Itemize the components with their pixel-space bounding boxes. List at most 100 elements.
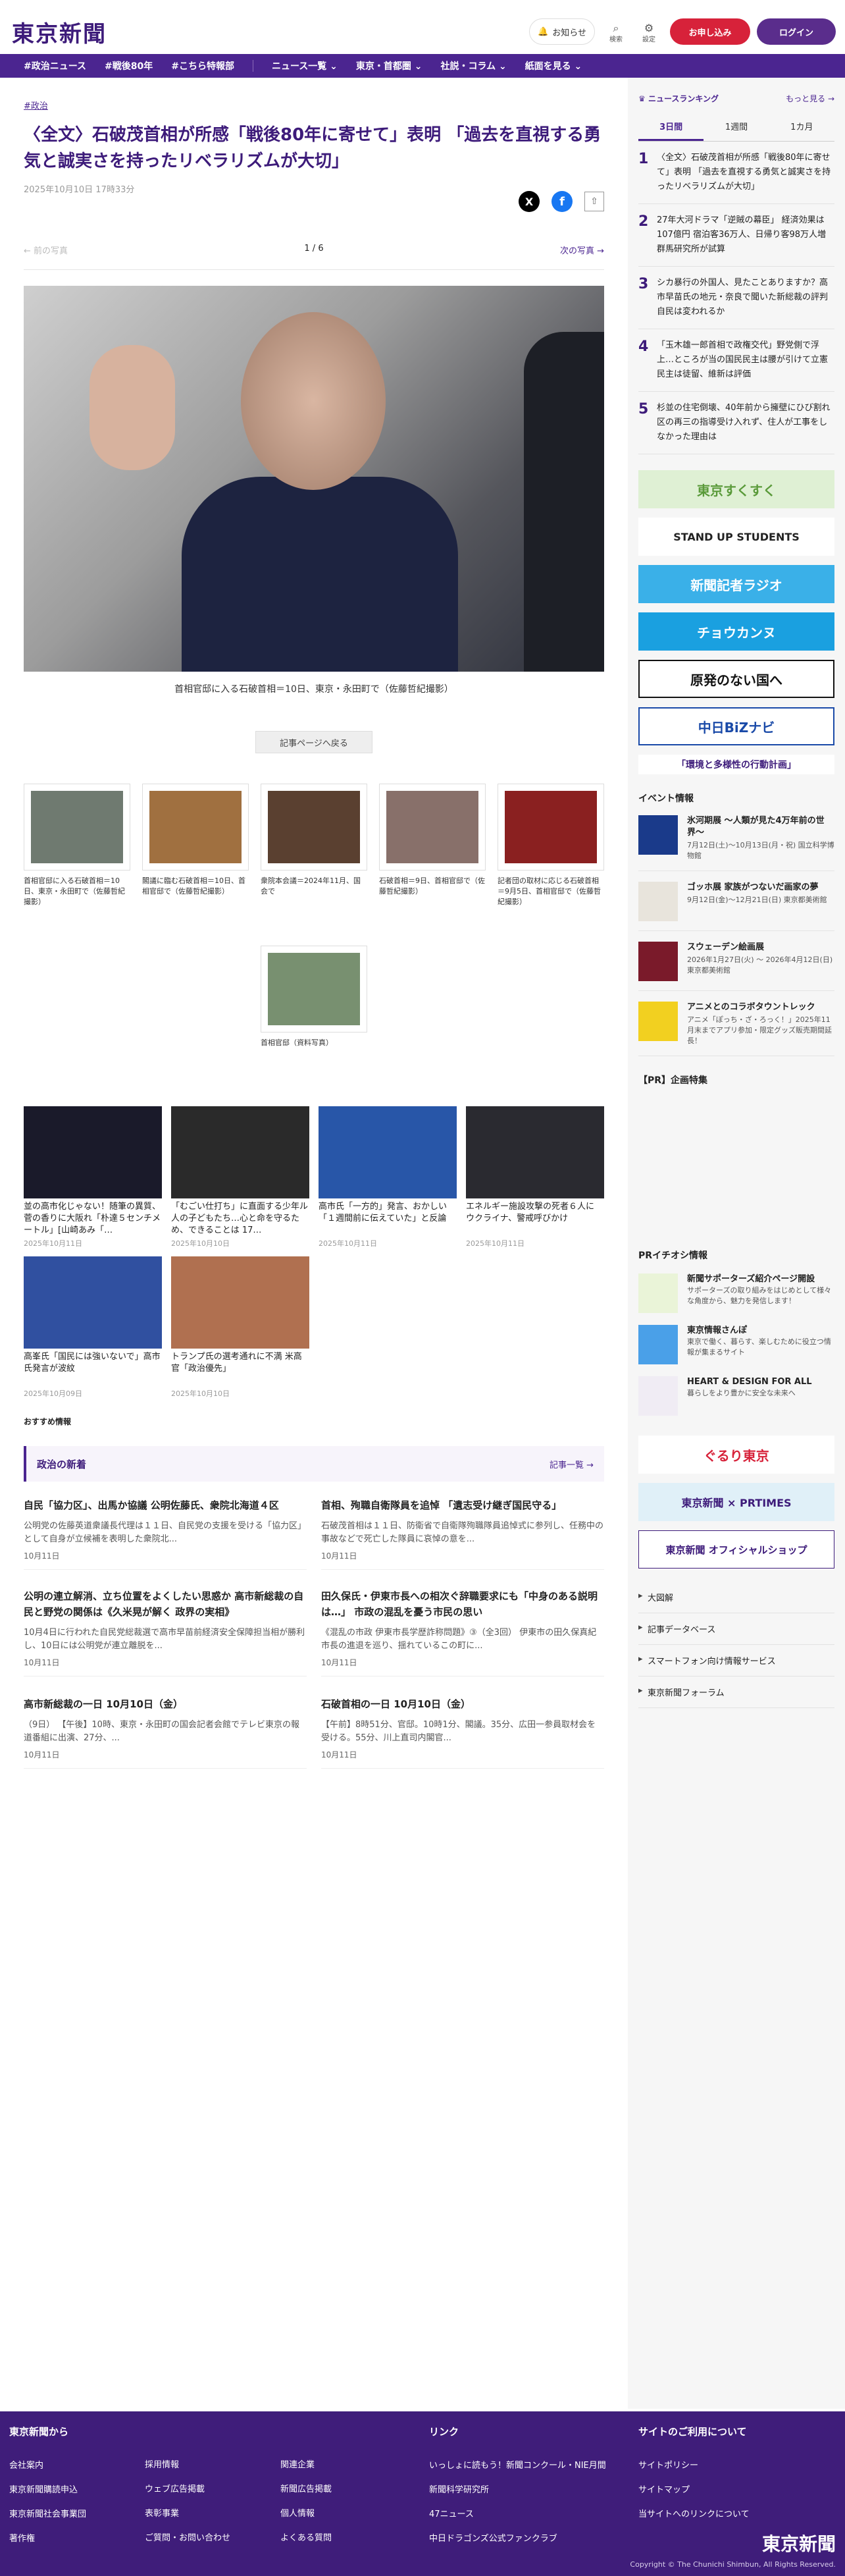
banner-prtimes[interactable]: 東京新聞 × PRTIMES	[638, 1483, 834, 1521]
related-card[interactable]: 並の高市化じゃない！随筆の異質、菅の香りに大阪れ「朴達５センチメートル」[山崎あ…	[24, 1106, 162, 1248]
news-item[interactable]: 首相、殉職自衛隊員を追悼 「遺志受け継ぎ国民守る」 石破茂首相は１１日、防衛省で自…	[321, 1497, 604, 1570]
banner-sukusuku[interactable]: 東京すくすく	[638, 470, 834, 508]
banner-standup[interactable]: STAND UP STUDENTS	[638, 518, 834, 556]
pr-item[interactable]: HEART & DESIGN FOR ALL 暮らしをより豊かに安全な未来へ	[638, 1376, 834, 1416]
pr-feature-area	[638, 1087, 834, 1231]
footer-link[interactable]: ウェブ広告掲載	[145, 2482, 230, 2494]
tab-1month[interactable]: 1カ月	[769, 113, 834, 141]
sidebar-link[interactable]: 大図解	[638, 1582, 834, 1613]
ranking-item[interactable]: 4 「玉木雄一郎首相で政権交代」野党側で浮上…ところが当の国民民主は腰が引けて立憲…	[638, 329, 834, 392]
thumbnail[interactable]: 石破首相＝9日、首相官邸で（佐藤哲紀撮影）	[379, 784, 486, 897]
x-share-icon[interactable]: X	[519, 191, 540, 212]
photo-count: 1 / 6	[304, 244, 324, 254]
footer-link[interactable]: サイトマップ	[638, 2482, 750, 2495]
ranking-item[interactable]: 5 杉並の住宅倒壊、40年前から擁壁にひび割れ 区の再三の指導受け入れず、住人が工…	[638, 392, 834, 454]
thumbnail-image	[31, 791, 123, 863]
settings-button[interactable]: ⚙ 設定	[636, 20, 662, 46]
news-more-link[interactable]: 記事一覧 →	[550, 1458, 594, 1470]
related-card[interactable]: 「むごい仕打ち」に直面する少年ル人の子どもたち…心と命を守るため、できることは …	[171, 1106, 309, 1248]
thumbnail[interactable]: 首相官邸（資料写真）	[261, 946, 367, 1048]
event-item[interactable]: 氷河期展 〜人類が見た4万年前の世界〜 7月12日(土)〜10月13日(月・祝) …	[638, 815, 834, 871]
subscribe-button[interactable]: お申し込み	[670, 18, 750, 45]
nav-item[interactable]: 社説・コラム ⌄	[441, 59, 507, 72]
next-photo-link[interactable]: 次の写真 →	[560, 244, 604, 256]
footer-link[interactable]: 表彰事業	[145, 2506, 230, 2519]
footer-link[interactable]: 著作権	[9, 2531, 86, 2544]
share-bar: X f ⇧	[519, 191, 604, 212]
footer-link[interactable]: 東京新聞社会事業団	[9, 2507, 86, 2519]
tab-1week[interactable]: 1週間	[704, 113, 769, 141]
event-item[interactable]: ゴッホ展 家族がつないだ画家の夢 9月12日(金)〜12月21日(日) 東京都美術…	[638, 882, 834, 931]
footer-link[interactable]: 個人情報	[280, 2506, 332, 2519]
tab-3days[interactable]: 3日間	[638, 113, 704, 141]
event-item[interactable]: アニメとのコラボタウントレック アニメ「ぽっち・ざ・ろっく！」2025年11月末ま…	[638, 1002, 834, 1056]
footer-link[interactable]: 新聞広告掲載	[280, 2482, 332, 2494]
back-to-article-button[interactable]: 記事ページへ戻る	[255, 731, 372, 753]
nav-item[interactable]: #戦後80年	[105, 59, 153, 72]
ranking-more-link[interactable]: もっと見る →	[786, 93, 834, 104]
footer-link[interactable]: よくある質問	[280, 2531, 332, 2543]
news-item[interactable]: 公明の連立解消、立ち位置をよくしたい思惑か 高市新総裁の自民と野党の関係は《久米…	[24, 1588, 307, 1677]
pr-item[interactable]: 東京情報さんぽ 東京で働く、暮らす、楽しむために役立つ情報が集まるサイト	[638, 1325, 834, 1364]
login-button[interactable]: ログイン	[757, 18, 836, 45]
related-image	[171, 1106, 309, 1198]
ranking-item[interactable]: 1 〈全文〉石破茂首相が所感「戦後80年に寄せて」表明 「過去を直視する勇気と誠実…	[638, 142, 834, 204]
facebook-share-icon[interactable]: f	[551, 191, 573, 212]
event-item[interactable]: スウェーデン絵画展 2026年1月27日(火) 〜 2026年4月12日(日) 東…	[638, 942, 834, 991]
footer-link[interactable]: 関連企業	[280, 2457, 332, 2470]
banner-genpatsu[interactable]: 原発のない国へ	[638, 660, 834, 698]
footer-link[interactable]: 新聞科学研究所	[429, 2482, 606, 2495]
sidebar-link[interactable]: スマートフォン向け情報サービス	[638, 1645, 834, 1677]
related-card[interactable]: エネルギー施設攻撃の死者６人に ウクライナ、警戒呼びかけ 2025年10月11日	[466, 1106, 604, 1248]
nav-item[interactable]: 紙面を見る ⌄	[525, 59, 582, 72]
footer-link[interactable]: ご質問・お問い合わせ	[145, 2531, 230, 2543]
footer-link[interactable]: 採用情報	[145, 2457, 230, 2470]
footer-link[interactable]: 中日ドラゴンズ公式ファンクラブ	[429, 2531, 606, 2544]
thumbnail[interactable]: 記者団の取材に応じる石破首相＝9月5日、首相官邸で（佐藤哲紀撮影）	[498, 784, 604, 907]
banner-biznavi[interactable]: 中日BiZナビ	[638, 707, 834, 745]
article-category[interactable]: #政治	[24, 99, 604, 111]
news-item[interactable]: 石破首相の一日 10月10日（金） 【午前】8時51分、官邸。10時1分、閣議。3…	[321, 1696, 604, 1769]
footer-link[interactable]: 47ニュース	[429, 2507, 606, 2519]
related-card[interactable]: 高市氏「一方的」発言、おかしい「１週間前に伝えていた」と反論 2025年10月11…	[319, 1106, 457, 1248]
news-item[interactable]: 田久保氏・伊東市長への相次ぐ辞職要求にも「中身のある説明は…」 市政の混乱を憂う…	[321, 1588, 604, 1677]
ranking-item[interactable]: 3 シカ暴行の外国人、見たことありますか？高市早苗氏の地元・奈良で聞いた新総裁の評…	[638, 267, 834, 329]
related-card[interactable]: トランプ氏の選考通れに不満 米高官「政治優先」 2025年10月10日	[171, 1256, 309, 1399]
photo-face	[241, 312, 386, 490]
thumbnail[interactable]: 衆院本会議＝2024年11月、国会で	[261, 784, 367, 897]
events-title: イベント情報	[638, 793, 694, 804]
banner-gururi[interactable]: ぐるり東京	[638, 1436, 834, 1474]
banner-shop[interactable]: 東京新聞 オフィシャルショップ	[638, 1530, 834, 1569]
footer-link[interactable]: いっしょに読もう！新聞コンクール・NIE月間	[429, 2458, 606, 2471]
banner-radio[interactable]: 新聞記者ラジオ	[638, 565, 834, 603]
thumbnail[interactable]: 首相官邸に入る石破首相＝10日、東京・永田町で（佐藤哲紀撮影）	[24, 784, 130, 907]
banner-environment[interactable]: 「環境と多様性の行動計画」	[638, 755, 834, 774]
prev-photo-link[interactable]: ← 前の写真	[24, 244, 68, 256]
pr-item[interactable]: 新聞サポーターズ紹介ページ開設 サポーターズの取り組みをはじめとして様々な角度から…	[638, 1274, 834, 1313]
nav-item[interactable]: 東京・首都圏 ⌄	[356, 59, 423, 72]
related-card[interactable]: 高峯氏「国民には強いないで」高市氏発言が波紋 2025年10月09日	[24, 1256, 162, 1399]
photo-background-person	[524, 332, 604, 672]
nav-item[interactable]: ニュース一覧 ⌄	[272, 59, 338, 72]
nav-item[interactable]: #政治ニュース	[24, 59, 86, 72]
news-item[interactable]: 自民「協力区」、出馬か協議 公明佐藤氏、衆院北海道４区 公明党の佐藤英道衆議長代理…	[24, 1497, 307, 1570]
notice-button[interactable]: 🔔 お知らせ	[529, 18, 595, 45]
site-logo[interactable]: 東京新聞	[12, 16, 107, 48]
footer-link[interactable]: 当サイトへのリンクについて	[638, 2507, 750, 2519]
article-main: #政治 〈全文〉石破茂首相が所感「戦後80年に寄せて」表明 「過去を直視する勇気…	[24, 99, 604, 1769]
news-item[interactable]: 高市新総裁の一日 10月10日（金） （9日） 【午後】10時、東京・永田町の国会…	[24, 1696, 307, 1769]
ranking-item[interactable]: 2 27年大河ドラマ「逆賊の幕臣」 経済効果は107億円 宿泊客36万人、日帰り客…	[638, 204, 834, 267]
share-icon[interactable]: ⇧	[584, 192, 604, 211]
footer-link[interactable]: 会社案内	[9, 2458, 86, 2471]
sidebar-link[interactable]: 記事データベース	[638, 1613, 834, 1645]
nav-item[interactable]: #こちら特報部	[171, 59, 234, 72]
thumbnail[interactable]: 閣議に臨む石破首相＝10日、首相官邸で（佐藤哲紀撮影）	[142, 784, 249, 897]
footer-link[interactable]: サイトポリシー	[638, 2458, 750, 2471]
sidebar-link[interactable]: 東京新聞フォーラム	[638, 1677, 834, 1708]
search-icon: ⌕	[613, 21, 619, 34]
search-button[interactable]: ⌕ 検索	[603, 20, 629, 46]
footer-logo[interactable]: 東京新聞	[762, 2530, 836, 2556]
main-photo	[24, 286, 604, 672]
banner-chokanu[interactable]: チョウカンヌ	[638, 612, 834, 651]
footer-link[interactable]: 東京新聞購読申込	[9, 2482, 86, 2495]
